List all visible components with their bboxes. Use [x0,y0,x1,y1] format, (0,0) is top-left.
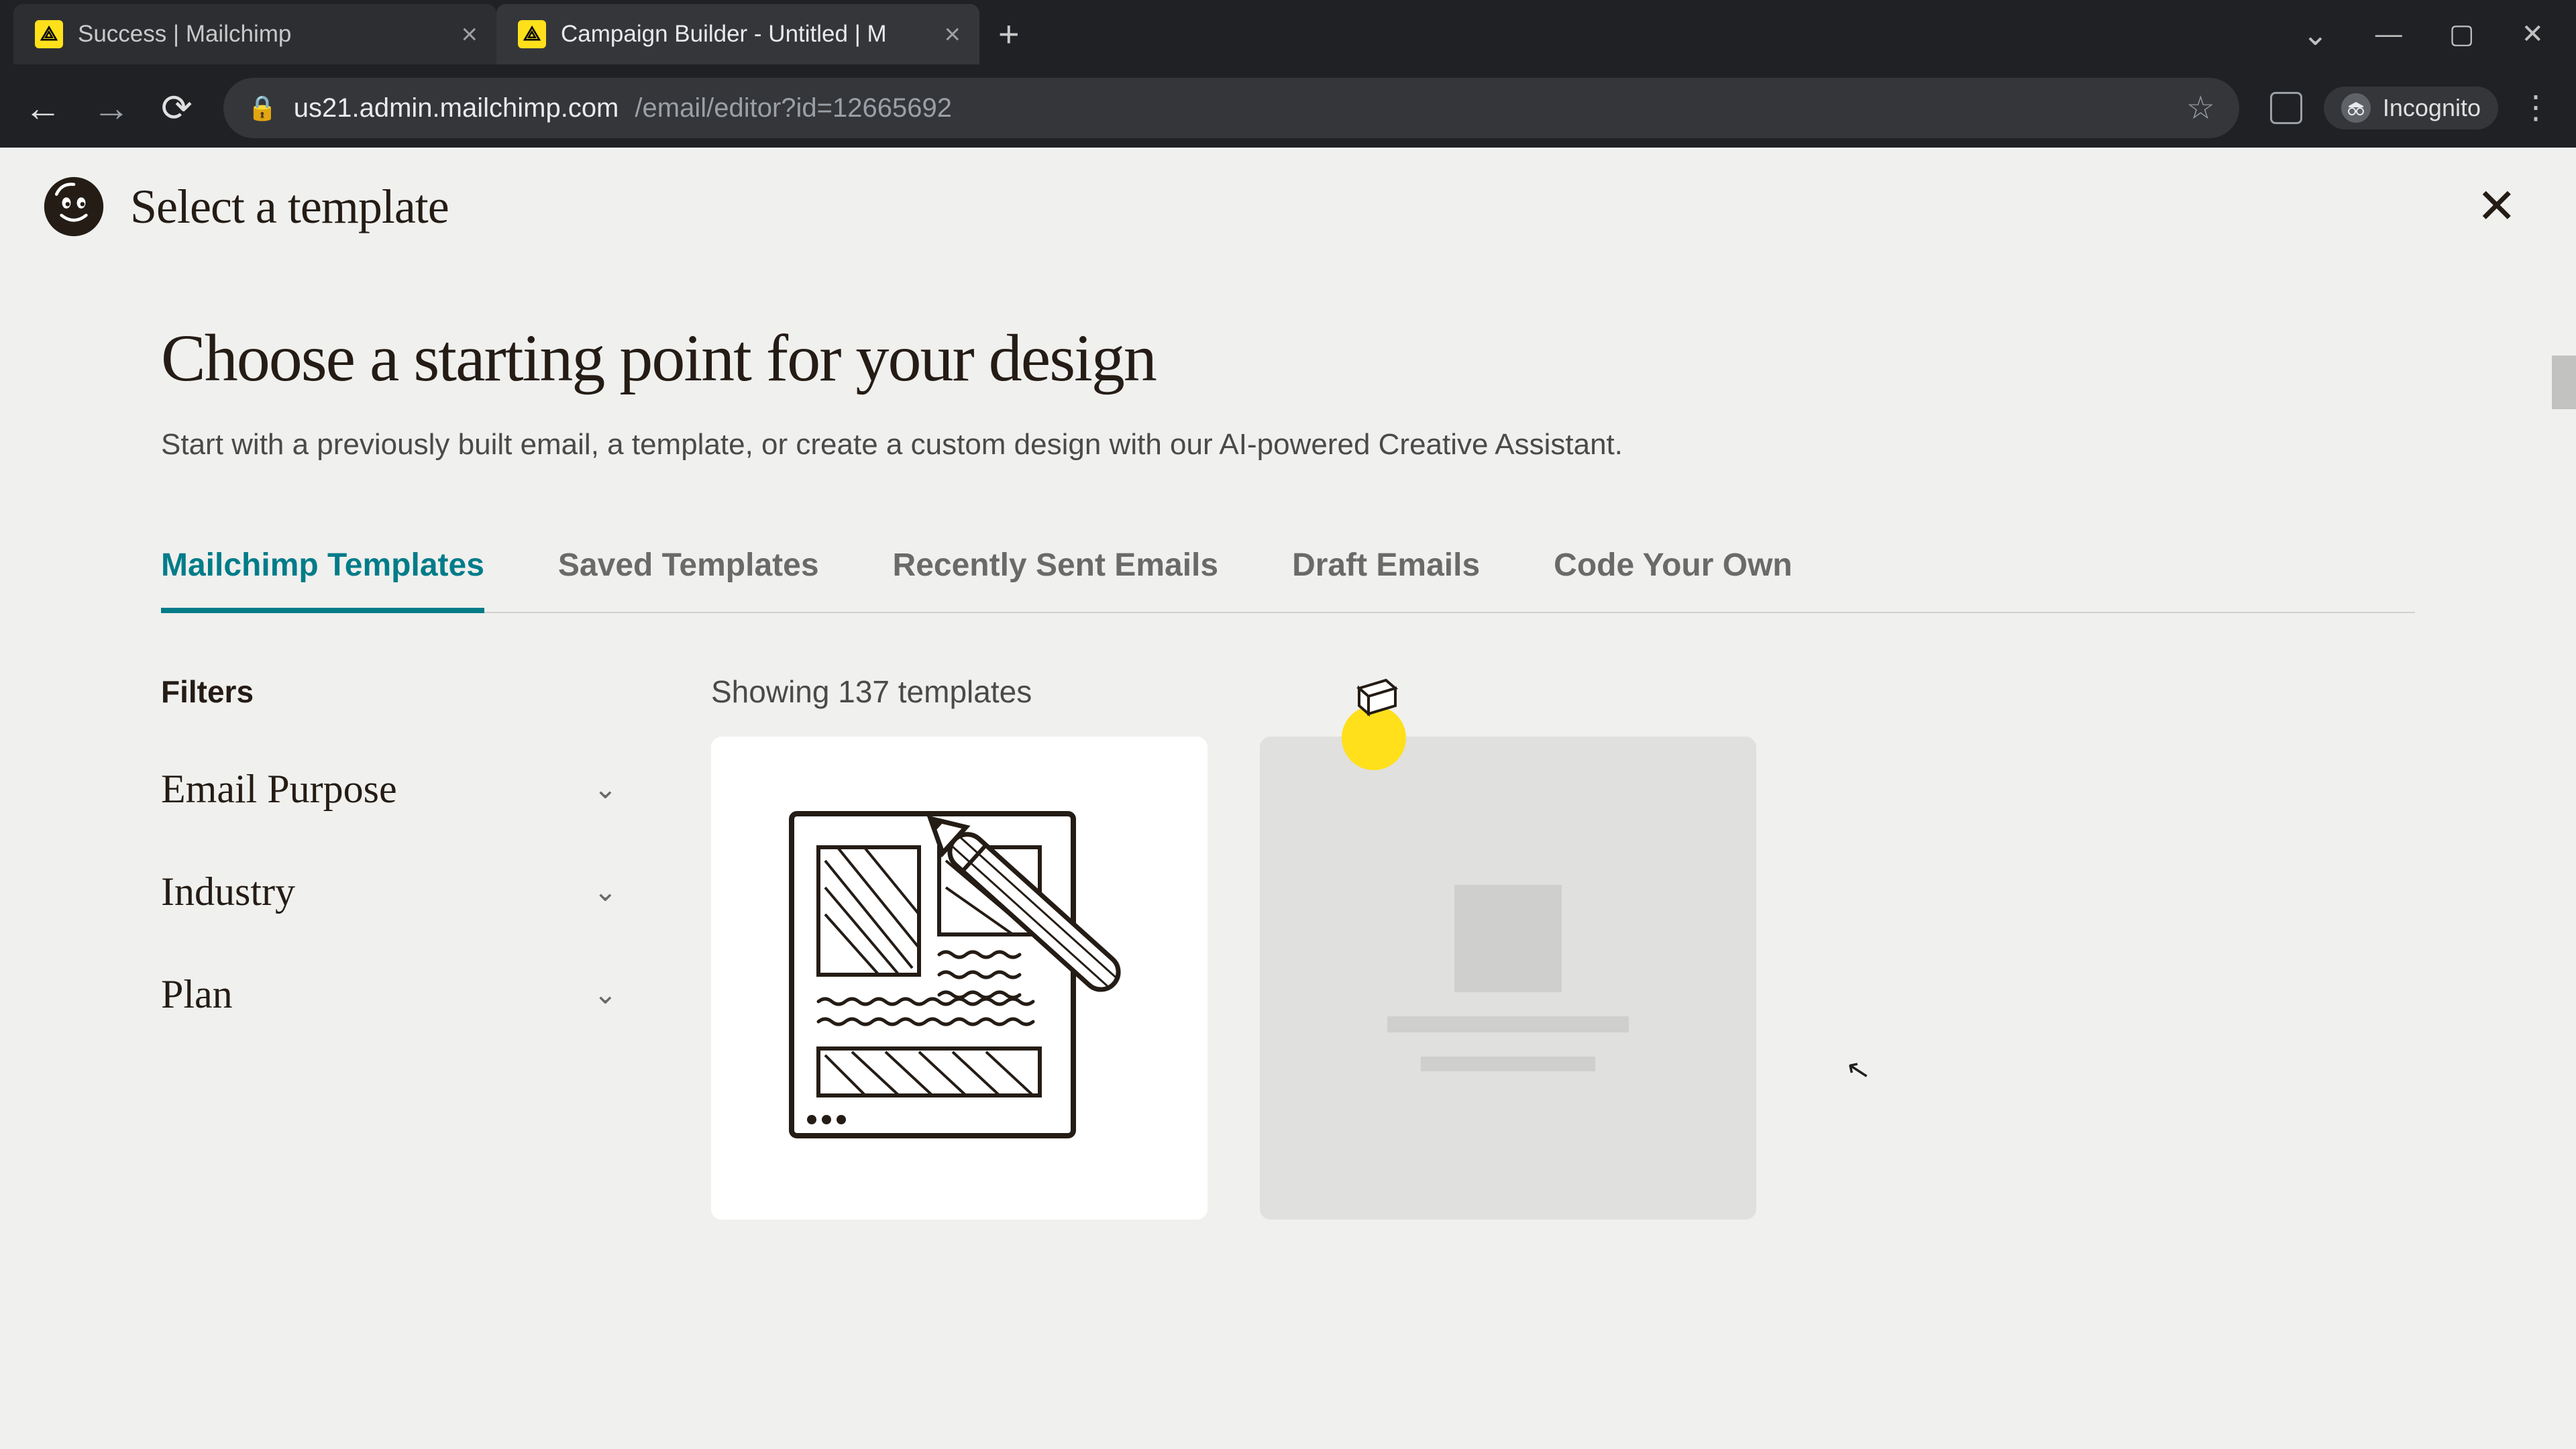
filter-label: Plan [161,971,233,1018]
filters-heading: Filters [161,674,617,710]
tabs-dropdown-icon[interactable]: ⌄ [2302,16,2328,52]
chevron-down-icon: ⌄ [594,772,617,806]
tab-draft-emails[interactable]: Draft Emails [1292,547,1480,613]
browser-tab-0[interactable]: ⟁ Success | Mailchimp × [13,4,496,64]
incognito-badge[interactable]: Incognito [2324,87,2498,129]
mailchimp-favicon-icon: ⟁ [518,20,546,48]
chevron-down-icon: ⌄ [594,875,617,908]
filters-column: Filters Email Purpose ⌄ Industry ⌄ Plan … [161,674,617,1220]
extensions-icon[interactable] [2270,92,2302,124]
lightbulb-icon [1339,676,1406,770]
app-header: Select a template ✕ [0,148,2576,266]
minimize-icon[interactable]: — [2375,19,2402,50]
close-modal-button[interactable]: ✕ [2461,176,2533,237]
body-row: Filters Email Purpose ⌄ Industry ⌄ Plan … [161,674,2415,1220]
template-card-placeholder[interactable] [1260,737,1756,1220]
content-area: Choose a starting point for your design … [0,266,2576,1440]
sketch-template-icon [765,800,1154,1156]
close-icon[interactable]: × [461,20,478,48]
new-tab-button[interactable]: + [998,13,1020,55]
tab-saved-templates[interactable]: Saved Templates [558,547,819,613]
url-host: us21.admin.mailchimp.com [294,93,619,123]
mailchimp-favicon-icon: ⟁ [35,20,63,48]
filter-label: Email Purpose [161,766,397,812]
filter-plan[interactable]: Plan ⌄ [161,971,617,1018]
chevron-down-icon: ⌄ [594,977,617,1011]
browser-tab-1[interactable]: ⟁ Campaign Builder - Untitled | M × [496,4,979,64]
window-close-icon[interactable]: ✕ [2521,19,2544,50]
tab-mailchimp-templates[interactable]: Mailchimp Templates [161,547,484,613]
back-button[interactable]: ← [24,89,62,127]
placeholder-skeleton [1387,885,1629,1071]
tab-title: Success | Mailchimp [78,21,446,48]
mailchimp-logo-icon [43,176,105,237]
reload-button[interactable]: ⟳ [161,89,193,127]
tab-code-your-own[interactable]: Code Your Own [1554,547,1792,613]
template-card-create-new[interactable] [711,737,1208,1220]
forward-button: → [93,89,130,127]
filter-email-purpose[interactable]: Email Purpose ⌄ [161,766,617,812]
tab-strip: ⟁ Success | Mailchimp × ⟁ Campaign Build… [0,0,2576,68]
address-bar: ← → ⟳ 🔒 us21.admin.mailchimp.com/email/e… [0,68,2576,148]
tab-recently-sent[interactable]: Recently Sent Emails [893,547,1219,613]
lock-icon[interactable]: 🔒 [248,94,278,122]
tab-title: Campaign Builder - Untitled | M [561,21,929,48]
bookmark-star-icon[interactable]: ☆ [2186,89,2215,127]
close-icon[interactable]: × [944,20,961,48]
template-tabs: Mailchimp Templates Saved Templates Rece… [161,547,2415,613]
browser-chrome: ⟁ Success | Mailchimp × ⟁ Campaign Build… [0,0,2576,148]
page-viewport: Select a template ✕ Choose a starting po… [0,148,2576,1449]
incognito-label: Incognito [2383,94,2481,122]
results-count: Showing 137 templates [711,674,2415,710]
subheadline: Start with a previously built email, a t… [161,423,2415,466]
results-column: Showing 137 templates [711,674,2415,1220]
incognito-icon [2341,93,2371,123]
filter-industry[interactable]: Industry ⌄ [161,869,617,915]
template-cards-row [711,737,2415,1220]
url-path: /email/editor?id=12665692 [635,93,952,123]
headline: Choose a starting point for your design [161,319,2415,396]
omnibox[interactable]: 🔒 us21.admin.mailchimp.com/email/editor?… [223,78,2239,138]
page-title: Select a template [130,179,449,235]
maximize-icon[interactable]: ▢ [2449,19,2475,50]
scrollbar-thumb[interactable] [2552,356,2576,409]
filter-label: Industry [161,869,295,915]
window-controls: ⌄ — ▢ ✕ [2302,16,2576,52]
browser-menu-icon[interactable]: ⋮ [2520,92,2552,124]
browser-right-controls: Incognito ⋮ [2270,87,2552,129]
